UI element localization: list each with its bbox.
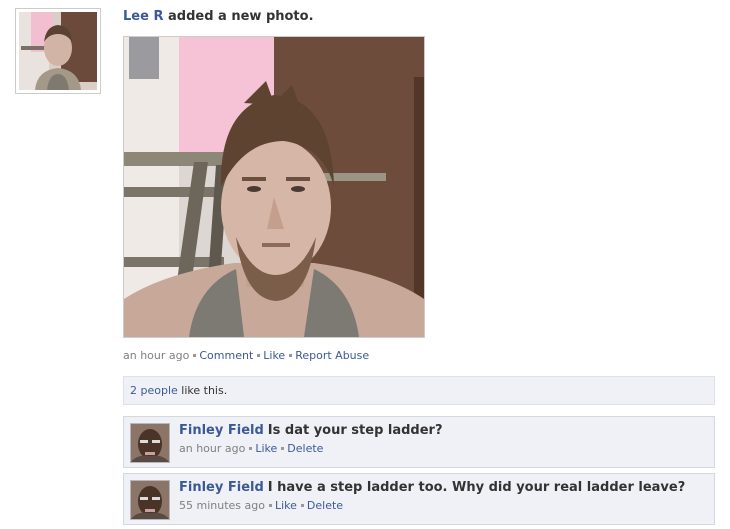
comment-text: Finley Field I have a step ladder too. Wh… (179, 480, 685, 495)
comment-delete-link[interactable]: Delete (307, 499, 343, 512)
comment-like-link[interactable]: Like (255, 442, 277, 455)
comment-link[interactable]: Comment (199, 349, 253, 362)
comment-text: Finley Field Is dat your step ladder? (179, 423, 443, 438)
posted-photo[interactable] (123, 36, 425, 338)
comment-body: I have a step ladder too. Why did your r… (267, 480, 686, 495)
like-link[interactable]: Like (263, 349, 285, 362)
likes-summary: 2 people like this. (123, 376, 715, 405)
separator-dot (249, 446, 253, 450)
separator-dot (193, 353, 197, 357)
commenter-avatar[interactable] (130, 480, 170, 520)
comment-item: Finley Field Is dat your step ladder? an … (123, 416, 715, 468)
comment-author-link[interactable]: Finley Field (179, 480, 264, 495)
story-header: Lee R added a new photo. (123, 9, 314, 24)
likers-link[interactable]: 2 people (130, 384, 178, 397)
story-action: added a new photo. (168, 9, 314, 24)
separator-dot (300, 503, 304, 507)
commenter-photo (131, 481, 169, 519)
separator-dot (268, 503, 272, 507)
comment-meta: an hour ago Like Delete (179, 442, 323, 455)
avatar-photo (19, 12, 97, 90)
comment-timestamp: an hour ago (179, 442, 246, 455)
comment-like-link[interactable]: Like (275, 499, 297, 512)
comment-meta: 55 minutes ago Like Delete (179, 499, 343, 512)
photo-image (124, 37, 424, 337)
comment-item: Finley Field I have a step ladder too. Wh… (123, 473, 715, 525)
actor-name-link[interactable]: Lee R (123, 9, 163, 24)
report-abuse-link[interactable]: Report Abuse (295, 349, 369, 362)
comment-delete-link[interactable]: Delete (287, 442, 323, 455)
likes-suffix: like this. (181, 384, 228, 397)
story-timestamp: an hour ago (123, 349, 190, 362)
comment-timestamp: 55 minutes ago (179, 499, 265, 512)
profile-avatar[interactable] (15, 8, 101, 94)
commenter-photo (131, 424, 169, 462)
story-meta: an hour ago Comment Like Report Abuse (123, 349, 369, 362)
comment-body: Is dat your step ladder? (267, 423, 443, 438)
comment-author-link[interactable]: Finley Field (179, 423, 264, 438)
separator-dot (281, 446, 285, 450)
separator-dot (257, 353, 261, 357)
commenter-avatar[interactable] (130, 423, 170, 463)
separator-dot (289, 353, 293, 357)
